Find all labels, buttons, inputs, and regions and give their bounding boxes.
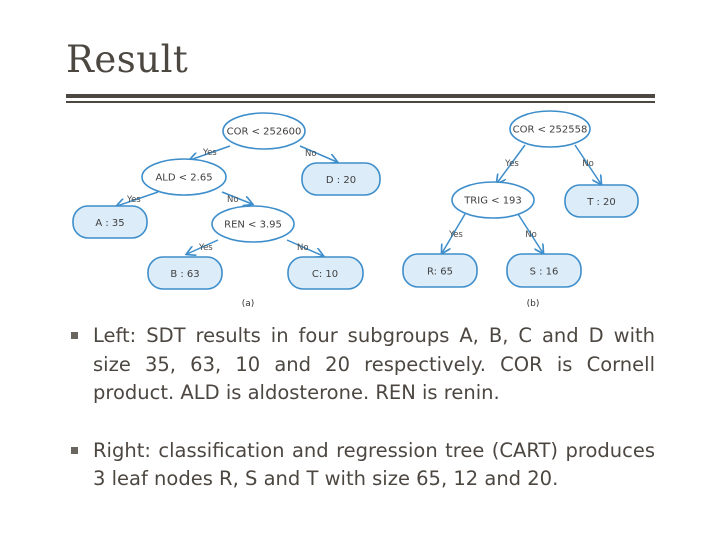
node-a-ald-label: ALD < 2.65	[155, 173, 212, 184]
bullet-square-icon	[71, 446, 78, 454]
bullet-item: Left: SDT results in four subgroups A, B…	[70, 322, 655, 408]
edge-label-b-trig-yes: Yes	[448, 230, 463, 240]
caption-a: (a)	[242, 299, 255, 309]
edge-label-a-ren-yes: Yes	[198, 243, 213, 253]
leaf-c-label: C: 10	[312, 269, 338, 280]
leaf-d-label: D : 20	[326, 175, 356, 186]
leaf-r-label: R: 65	[427, 267, 453, 278]
title-divider-thick	[66, 94, 655, 98]
edge-label-b-trig-no: No	[525, 230, 537, 240]
edge-label-a-root-yes: Yes	[202, 148, 217, 158]
node-a-ren-label: REN < 3.95	[224, 220, 282, 231]
node-b-trig-label: TRIG < 193	[463, 196, 522, 207]
slide-title: Result	[66, 38, 189, 81]
leaf-t-label: T : 20	[586, 197, 616, 208]
edge-label-a-ren-no: No	[297, 243, 309, 253]
node-b-root-label: COR < 252558	[513, 125, 588, 136]
edge-label-b-root-no: No	[582, 159, 594, 169]
tree-a: Yes No Yes No Yes No COR < 252600 ALD < …	[72, 112, 381, 309]
edge-label-a-ald-yes: Yes	[126, 195, 141, 205]
decision-tree-figure: Yes No Yes No Yes No COR < 252600 ALD < …	[72, 110, 639, 309]
edge-label-b-root-yes: Yes	[504, 159, 519, 169]
bullet-list: Left: SDT results in four subgroups A, B…	[70, 322, 655, 523]
bullet-item: Right: classification and regression tre…	[70, 437, 655, 494]
tree-b: Yes No Yes No COR < 252558 TRIG < 193 T …	[402, 110, 639, 309]
leaf-s-label: S : 16	[530, 267, 559, 278]
edge-label-a-root-no: No	[305, 149, 317, 159]
leaf-b-label: B : 63	[170, 269, 199, 280]
bullet-square-icon	[71, 332, 78, 339]
leaf-a-label: A : 35	[95, 218, 124, 229]
caption-b: (b)	[527, 299, 540, 309]
title-divider-thin	[66, 101, 655, 103]
node-a-root-label: COR < 252600	[227, 127, 302, 138]
edge-label-a-ald-no: No	[227, 195, 239, 205]
bullet-text: Right: classification and regression tre…	[93, 438, 655, 491]
bullet-text: Left: SDT results in four subgroups A, B…	[93, 324, 655, 404]
